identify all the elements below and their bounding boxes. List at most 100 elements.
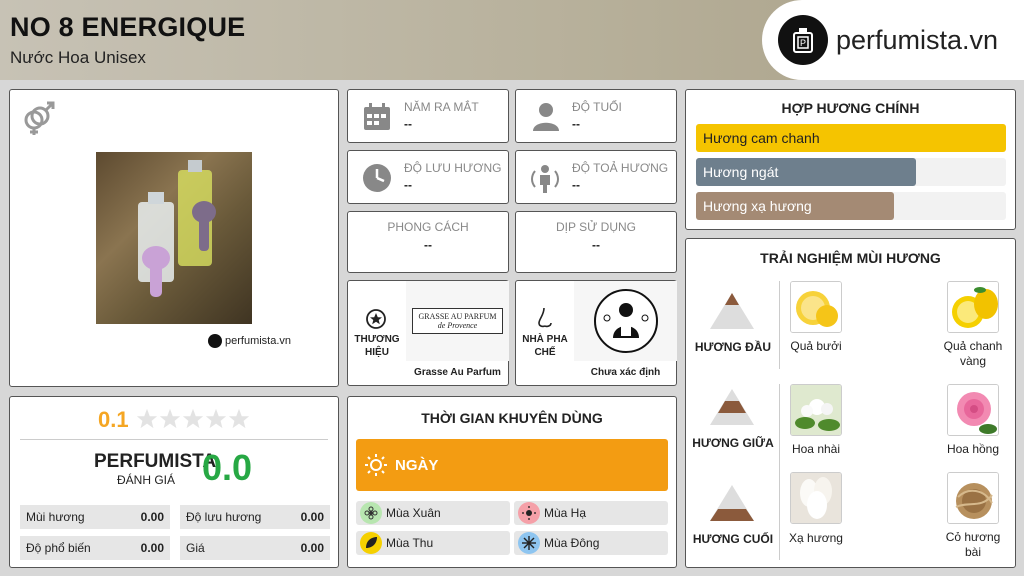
summer-sun-icon: [518, 502, 540, 524]
criterion-value: 0.00: [140, 510, 164, 524]
rating-score: 0.1: [98, 407, 129, 432]
note-name: Quả bưởi: [790, 339, 842, 353]
note-jasmine[interactable]: [790, 384, 842, 436]
longevity-value: --: [404, 178, 412, 192]
note-name: Hoa nhài: [791, 442, 841, 456]
logo-text: perfumista.vn: [836, 24, 999, 55]
season-spring[interactable]: Mùa Xuân: [356, 501, 510, 525]
brand-logo: GRASSE AU PARFUM de Provence: [406, 281, 509, 361]
usage-title: THỜI GIAN KHUYÊN DÙNG: [421, 410, 603, 426]
release-label: NĂM RA MẮT: [404, 100, 479, 114]
perfume-subtitle: Nước Hoa Unisex: [10, 48, 146, 67]
product-image-card: perfumista.vn: [9, 89, 339, 387]
criterion-value: 0.00: [300, 541, 324, 555]
occasion-card: DỊP SỬ DỤNG --: [515, 211, 677, 273]
spring-icon: [360, 502, 382, 524]
divider: [779, 281, 780, 369]
note-musk[interactable]: [790, 472, 842, 524]
criterion-label: Mùi hương: [26, 510, 85, 524]
rating-criterion: Độ phổ biến 0.00: [20, 536, 170, 560]
sillage-label: ĐỘ TOẢ HƯƠNG: [572, 161, 669, 175]
accord-label: Hương cam chanh: [703, 130, 820, 146]
unisex-icon: [24, 101, 55, 135]
longevity-label: ĐỘ LƯU HƯƠNG: [404, 161, 502, 175]
brand-label: THƯƠNG HIỆU: [354, 334, 400, 358]
top-notes-label: HƯƠNG ĐẦU: [694, 340, 772, 354]
usage-time-card: THỜI GIAN KHUYÊN DÙNG NGÀY Mùa Xuân Mùa …: [347, 396, 677, 568]
season-winter[interactable]: Mùa Đông: [514, 531, 668, 555]
star-icon[interactable]: [159, 408, 181, 430]
age-card: ĐỘ TUỔI --: [515, 89, 677, 143]
rating-criterion: Giá 0.00: [180, 536, 330, 560]
occasion-value: --: [592, 238, 600, 252]
product-photo: [96, 152, 252, 324]
star-icon[interactable]: [205, 408, 227, 430]
notes-card: TRẢI NGHIỆM MÙI HƯƠNG HƯƠNG ĐẦU Quả bưởi…: [685, 238, 1016, 568]
accords-title: HỢP HƯƠNG CHÍNH: [781, 100, 920, 116]
rating-sub: ĐÁNH GIÁ: [117, 473, 176, 487]
sillage-value: --: [572, 178, 580, 192]
age-label: ĐỘ TUỔI: [572, 100, 622, 114]
snowflake-icon: [518, 532, 540, 554]
nose-icon: [538, 307, 552, 328]
divider: [779, 472, 780, 560]
note-name: Cỏ hương bài: [945, 530, 1001, 559]
star-badge-icon: [366, 309, 386, 329]
main-accords-card: HỢP HƯƠNG CHÍNH Hương cam chanh Hương ngá…: [685, 89, 1016, 230]
overall-score: 0.0: [202, 447, 253, 488]
rating-criterion: Độ lưu hương 0.00: [180, 505, 330, 529]
sillage-card: ĐỘ TOẢ HƯƠNG --: [515, 150, 677, 204]
note-lemon[interactable]: [947, 281, 999, 333]
rating-criterion: Mùi hương 0.00: [20, 505, 170, 529]
season-summer[interactable]: Mùa Hạ: [514, 501, 668, 525]
perfumer-name[interactable]: Chưa xác định: [574, 367, 677, 378]
pyramid-base-icon: [710, 485, 754, 521]
perfumer-avatar: [574, 281, 677, 361]
rating-card: 0.1 PERFUMISTA ĐÁNH GIÁ 0.0 Mùi hương 0.0…: [9, 396, 339, 568]
release-year-card: NĂM RA MẮT --: [347, 89, 509, 143]
star-icon[interactable]: [228, 408, 250, 430]
release-value: --: [404, 117, 412, 131]
criterion-label: Độ lưu hương: [186, 510, 262, 524]
style-label: PHONG CÁCH: [387, 220, 469, 234]
day-banner[interactable]: NGÀY: [356, 439, 668, 491]
pyramid-middle-icon: [710, 389, 754, 425]
header-banner: NO 8 ENERGIQUE Nước Hoa Unisex P perfumi…: [0, 0, 1024, 80]
criterion-label: Giá: [186, 541, 205, 555]
divider: [20, 439, 328, 440]
clock-icon: [363, 164, 391, 192]
criterion-value: 0.00: [300, 510, 324, 524]
site-logo[interactable]: P perfumista.vn: [762, 0, 1024, 80]
style-card: PHONG CÁCH --: [347, 211, 509, 273]
note-name: Hoa hồng: [946, 442, 1000, 456]
sillage-icon: [531, 165, 559, 193]
sun-icon: [365, 454, 387, 476]
accord-label: Hương ngát: [703, 164, 779, 180]
note-name: Quả chanh vàng: [943, 339, 1003, 368]
note-rose[interactable]: [947, 384, 999, 436]
base-notes-label: HƯƠNG CUỐI: [692, 532, 774, 546]
svg-text:P: P: [800, 38, 806, 48]
divider: [779, 384, 780, 472]
age-value: --: [572, 117, 580, 131]
perfume-bottle-icon: P: [778, 15, 828, 65]
criterion-label: Độ phổ biến: [26, 541, 91, 555]
accord-bar: Hương xạ hương: [696, 192, 1006, 220]
longevity-card: ĐỘ LƯU HƯƠNG --: [347, 150, 509, 204]
season-autumn[interactable]: Mùa Thu: [356, 531, 510, 555]
note-grapefruit[interactable]: [790, 281, 842, 333]
star-icon[interactable]: [136, 408, 158, 430]
star-rating[interactable]: [136, 408, 251, 430]
brand-card[interactable]: THƯƠNG HIỆU GRASSE AU PARFUM de Provence…: [347, 280, 509, 386]
star-icon[interactable]: [182, 408, 204, 430]
user-icon: [533, 103, 559, 131]
brand-name[interactable]: Grasse Au Parfum: [406, 367, 509, 378]
photo-watermark: perfumista.vn: [208, 334, 291, 348]
notes-title: TRẢI NGHIỆM MÙI HƯƠNG: [760, 250, 941, 266]
calendar-icon: [364, 103, 390, 130]
note-vetiver[interactable]: [947, 472, 999, 524]
accord-label: Hương xạ hương: [703, 198, 812, 214]
leaf-icon: [360, 532, 382, 554]
note-name: Xạ hương: [789, 531, 843, 545]
perfumer-card[interactable]: NHÀ PHA CHẾ Chưa xác định: [515, 280, 677, 386]
